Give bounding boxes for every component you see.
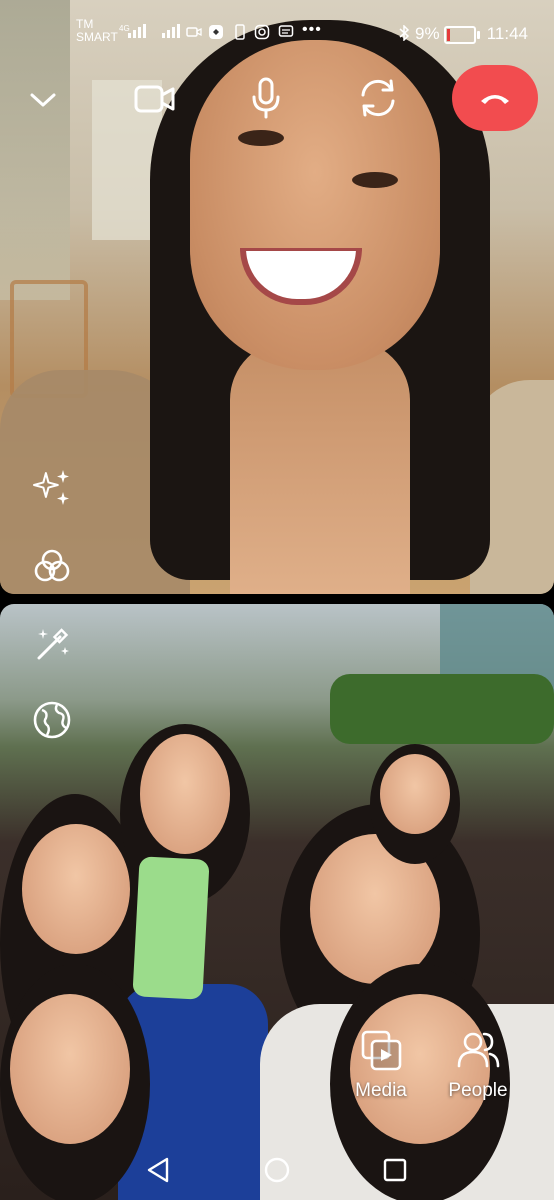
carrier-label: TM SMART — [76, 17, 118, 44]
people-button[interactable]: People — [428, 1028, 528, 1102]
messenger-notification-icon — [209, 25, 223, 39]
clock: 11:44 — [486, 24, 528, 43]
end-call-icon — [481, 95, 509, 104]
message-notification-icon — [278, 25, 294, 37]
filters-icon — [34, 549, 70, 582]
background-button[interactable] — [32, 700, 72, 740]
collapse-call-button[interactable] — [22, 80, 64, 120]
people-label: People — [448, 1080, 508, 1101]
toggle-video-button[interactable] — [130, 76, 180, 122]
filters-button[interactable] — [32, 546, 72, 586]
status-bar: TM SMART 4G ••• 9% 11:44 — [0, 0, 554, 62]
instagram-notification-icon — [254, 24, 270, 40]
media-button[interactable]: Media — [331, 1028, 431, 1102]
recents-square-icon[interactable] — [382, 1157, 408, 1183]
video-camera-icon — [134, 85, 175, 113]
media-label: Media — [355, 1080, 407, 1101]
self-video-feed — [0, 604, 554, 1200]
back-triangle-icon[interactable] — [145, 1156, 171, 1184]
microphone-icon — [252, 77, 280, 119]
globe-icon — [33, 701, 71, 739]
effects-button[interactable] — [32, 468, 72, 508]
battery-icon — [444, 26, 480, 44]
media-icon — [361, 1030, 402, 1071]
video-call-screen: TM SMART 4G ••• 9% 11:44 Media People — [0, 0, 554, 1200]
people-icon — [457, 1032, 500, 1068]
touch-up-button[interactable] — [32, 624, 72, 664]
toggle-mic-button[interactable] — [243, 72, 289, 124]
switch-camera-icon — [361, 79, 395, 117]
signal-strength-2-icon — [162, 24, 180, 38]
sparkles-icon — [32, 470, 69, 505]
end-call-button[interactable] — [452, 65, 538, 131]
bluetooth-icon — [399, 25, 410, 41]
system-nav-bar — [0, 1144, 554, 1200]
video-notification-icon — [186, 27, 202, 37]
battery-percentage: 9% — [415, 24, 440, 43]
signal-strength-icon — [128, 24, 146, 38]
chevron-down-icon — [30, 93, 56, 107]
magic-wand-icon — [37, 628, 69, 660]
home-circle-icon[interactable] — [263, 1156, 291, 1184]
more-notifications-icon: ••• — [302, 21, 322, 38]
phone-notification-icon — [235, 24, 245, 40]
switch-camera-button[interactable] — [354, 74, 402, 122]
